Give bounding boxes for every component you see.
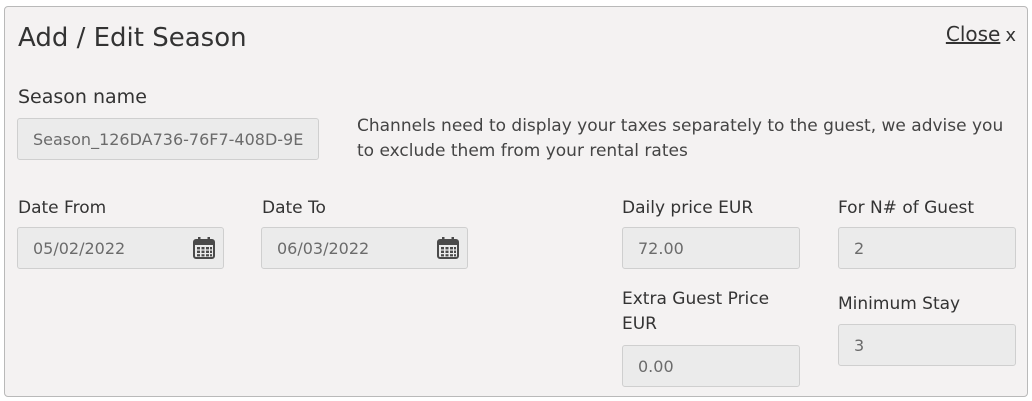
season-dialog: Add / Edit Season Closex Season name Cha… <box>4 6 1028 397</box>
extra-guest-price-label: Extra Guest Price EUR <box>622 289 770 334</box>
close-button[interactable]: Close x <box>946 22 1016 46</box>
minimum-stay-label: Minimum Stay <box>838 294 961 314</box>
daily-price-label: Daily price EUR <box>622 198 754 218</box>
guests-label: For N# of Guest <box>838 198 975 218</box>
calendar-icon[interactable] <box>192 236 216 260</box>
season-name-input[interactable] <box>17 118 319 160</box>
extra-guest-price-input[interactable] <box>622 345 800 387</box>
daily-price-input[interactable] <box>622 227 800 269</box>
dialog-title: Add / Edit Season <box>18 23 247 53</box>
date-from-label: Date From <box>18 198 107 218</box>
tax-info-text: Channels need to display your taxes sepa… <box>357 116 1004 161</box>
date-to-label: Date To <box>262 198 326 218</box>
guests-input[interactable] <box>838 227 1016 269</box>
close-label[interactable]: Close <box>946 22 1000 46</box>
calendar-icon[interactable] <box>436 236 460 260</box>
minimum-stay-input[interactable] <box>838 324 1016 366</box>
close-icon[interactable]: x <box>1005 25 1016 46</box>
season-name-label: Season name <box>18 86 147 108</box>
